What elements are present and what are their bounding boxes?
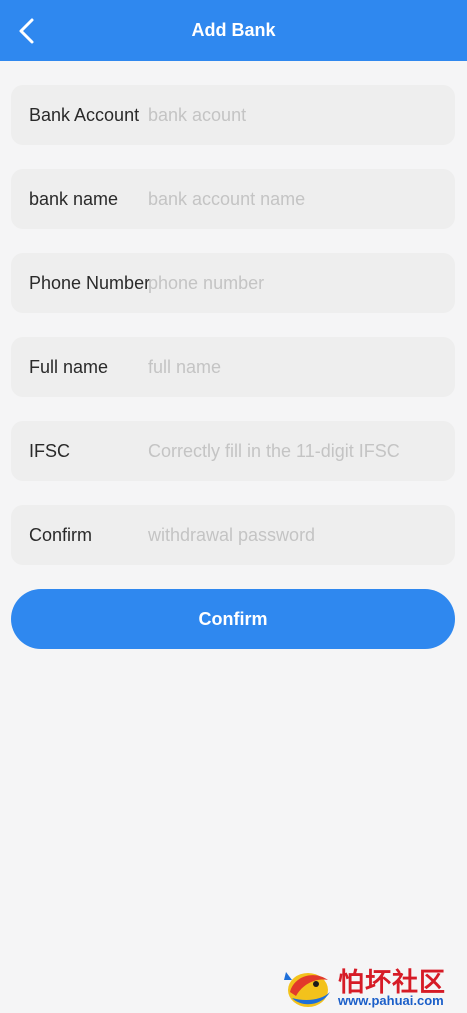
bank-name-label: bank name [29,188,119,209]
page-title: Add Bank [191,20,276,40]
ifsc-input[interactable] [148,431,448,471]
bank-name-input[interactable] [148,179,448,219]
chevron-left-icon [19,18,34,44]
phone-number-row: Phone Number [11,253,455,313]
full-name-row: Full name [11,337,455,397]
withdrawal-password-row: Confirm [11,505,455,565]
add-bank-page: Add Bank Bank Account bank name Phone Nu… [0,0,467,1013]
confirm-button[interactable]: Confirm [11,589,455,649]
bank-account-row: Bank Account [11,85,455,145]
top-app-bar: Add Bank [0,0,467,61]
bank-name-row: bank name [11,169,455,229]
full-name-input[interactable] [148,347,448,387]
watermark-url: www.pahuai.com [338,993,444,1008]
withdrawal-password-input[interactable] [148,515,448,555]
back-button[interactable] [10,14,44,48]
phone-number-input[interactable] [148,263,448,303]
bank-account-label: Bank Account [29,104,140,125]
bank-account-input[interactable] [148,95,448,135]
full-name-label: Full name [29,356,109,377]
pahuai-logo-icon [284,972,330,1007]
phone-number-label: Phone Number [29,272,151,293]
withdrawal-password-label: Confirm [29,524,93,545]
ifsc-row: IFSC [11,421,455,481]
watermark: 怕坏社区 www.pahuai.com [282,962,464,1012]
ifsc-label: IFSC [29,440,71,461]
